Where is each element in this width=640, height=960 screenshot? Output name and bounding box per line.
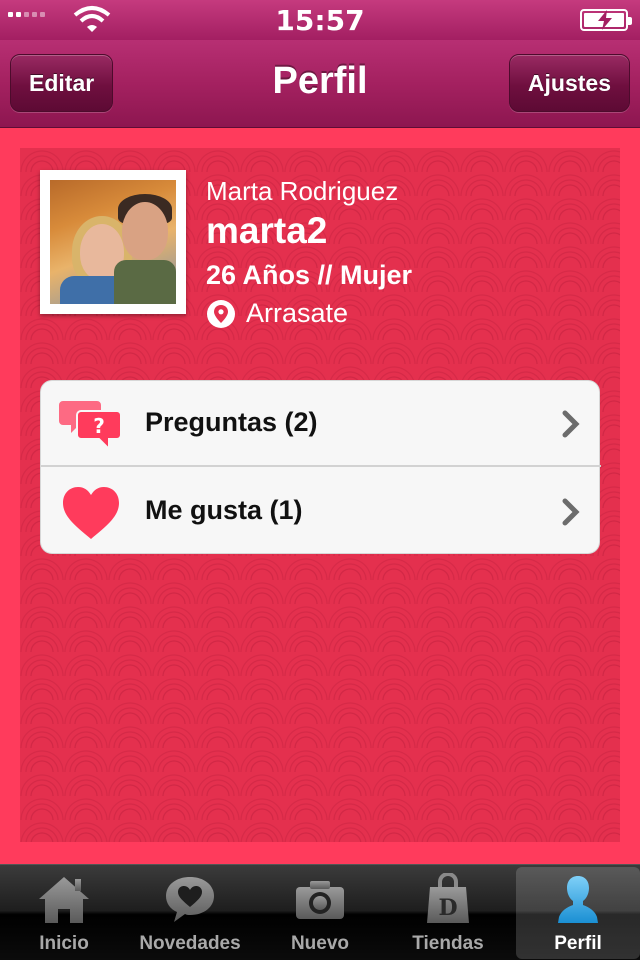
location-label: Arrasate bbox=[246, 298, 349, 328]
profile-photo-image bbox=[50, 180, 176, 304]
tab-tiendas[interactable]: D Tiendas bbox=[386, 867, 510, 959]
settings-button[interactable]: Ajustes bbox=[508, 54, 630, 112]
chevron-right-icon bbox=[562, 498, 580, 526]
heart-bubble-icon bbox=[166, 877, 214, 922]
tab-novedades[interactable]: Novedades bbox=[128, 867, 252, 959]
chevron-right-icon bbox=[562, 410, 580, 438]
shopping-bag-icon: D bbox=[427, 873, 469, 923]
home-icon bbox=[39, 877, 89, 923]
status-time: 15:57 bbox=[275, 4, 365, 37]
status-bar: 15:57 bbox=[0, 0, 640, 40]
svg-text:?: ? bbox=[93, 414, 105, 438]
tab-label: Perfil bbox=[554, 933, 602, 954]
profile-full-name: Marta Rodriguez bbox=[206, 176, 399, 206]
heart-icon bbox=[63, 487, 119, 539]
menu-item-label: Me gusta (1) bbox=[145, 495, 303, 525]
tab-nuevo[interactable]: Nuevo bbox=[258, 867, 382, 959]
questions-icon: ? bbox=[59, 401, 122, 452]
camera-icon bbox=[296, 881, 344, 919]
tab-bar: Inicio Novedades Nuevo D Tiendas Perfil bbox=[0, 864, 640, 960]
tab-inicio[interactable]: Inicio bbox=[2, 867, 126, 959]
tab-label: Nuevo bbox=[290, 933, 350, 954]
menu-item-likes[interactable]: Me gusta (1) bbox=[41, 469, 601, 555]
tab-label: Tiendas bbox=[412, 933, 484, 954]
menu-item-label: Preguntas (2) bbox=[145, 407, 318, 437]
profile-age-gender: 26 Años // Mujer bbox=[206, 260, 413, 290]
profile-card: Marta Rodriguez marta2 26 Años // Mujer … bbox=[20, 148, 620, 842]
profile-username: marta2 bbox=[206, 210, 328, 251]
profile-photo[interactable] bbox=[40, 170, 186, 314]
navigation-bar: Editar Perfil Ajustes bbox=[0, 40, 640, 128]
profile-location: Arrasate bbox=[206, 298, 348, 329]
profile-menu: ? Preguntas (2) Me gusta (1) bbox=[40, 380, 601, 555]
tab-label: Inicio bbox=[39, 933, 89, 954]
svg-text:D: D bbox=[438, 895, 457, 921]
tab-label: Novedades bbox=[139, 933, 241, 954]
battery-charging-icon bbox=[580, 9, 632, 31]
menu-item-questions[interactable]: ? Preguntas (2) bbox=[41, 381, 601, 467]
location-pin-icon bbox=[207, 299, 235, 328]
person-icon bbox=[558, 876, 598, 923]
tab-perfil[interactable]: Perfil bbox=[516, 867, 640, 959]
